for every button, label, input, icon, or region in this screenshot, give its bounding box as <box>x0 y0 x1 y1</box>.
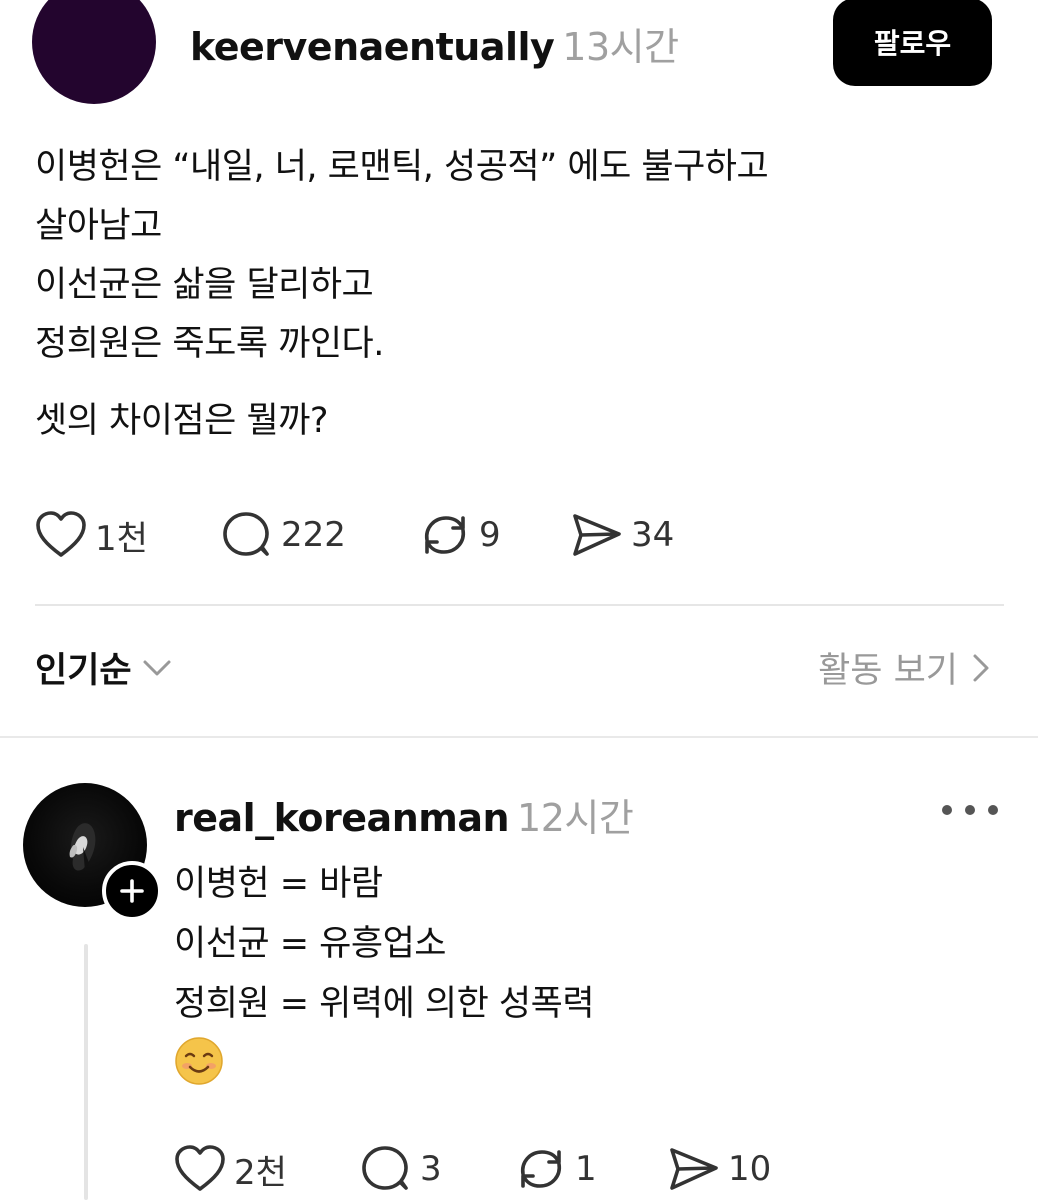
post-timestamp: 13시간 <box>562 25 679 69</box>
reply-comment-button[interactable]: 3 <box>360 1144 515 1194</box>
chevron-right-icon <box>973 654 989 681</box>
sort-row: 인기순 활동 보기 <box>35 642 990 702</box>
smiling-face-emoji <box>175 1037 223 1085</box>
reply-share-count: 10 <box>728 1149 772 1189</box>
post-comment-count: 222 <box>281 515 346 555</box>
post-like-count: 1천 <box>95 518 148 559</box>
smiling-emoji <box>174 1034 994 1106</box>
send-icon <box>670 1148 718 1190</box>
reply-share-button[interactable]: 10 <box>668 1144 771 1194</box>
reply-like-button[interactable]: 2천 <box>174 1144 360 1194</box>
repost-icon <box>520 1150 562 1188</box>
section-divider <box>0 736 1038 738</box>
view-activity-link[interactable]: 활동 보기 <box>818 642 990 693</box>
post-text-line: 살아남고 <box>35 206 162 246</box>
comment-bubble-icon <box>362 1146 408 1190</box>
post-actions: 1천 222 9 34 <box>35 510 674 560</box>
post-share-button[interactable]: 34 <box>571 510 674 560</box>
more-dots-icon <box>965 805 975 815</box>
post-repost-count: 9 <box>479 515 501 555</box>
reply-text-line: 정희원 = 위력에 의한 성폭력 <box>174 984 595 1024</box>
reply-text-line: 이병헌 = 바람 <box>174 864 383 904</box>
reply-like-count: 2천 <box>234 1152 287 1193</box>
sort-label: 인기순 <box>35 651 132 691</box>
reply-timestamp: 12시간 <box>517 796 634 840</box>
reply-comment-count: 3 <box>420 1149 442 1189</box>
repost-icon <box>424 516 466 554</box>
sort-dropdown[interactable]: 인기순 <box>35 642 172 693</box>
heart-icon <box>175 1145 225 1191</box>
more-dots-icon <box>988 805 998 815</box>
more-dots-icon <box>942 805 952 815</box>
chevron-down-icon <box>143 660 171 675</box>
post-text-line: 이병헌은 “내일, 너, 로맨틱, 성공적” 에도 불구하고 <box>35 147 769 187</box>
reply-actions: 2천 3 1 10 <box>174 1144 771 1194</box>
post-username[interactable]: keervenaentually <box>190 25 555 69</box>
more-options-button[interactable] <box>942 790 998 830</box>
send-icon <box>573 514 621 556</box>
post-text: 이병헌은 “내일, 너, 로맨틱, 성공적” 에도 불구하고 살아남고 이선균은… <box>35 138 1005 451</box>
thread-line <box>84 944 88 1200</box>
reply-repost-button[interactable]: 1 <box>515 1144 668 1194</box>
post-repost-button[interactable]: 9 <box>419 510 571 560</box>
follow-button[interactable]: 팔로우 <box>833 0 992 86</box>
reply-username[interactable]: real_koreanman <box>174 796 510 840</box>
post-author-avatar[interactable] <box>32 0 156 104</box>
view-activity-label: 활동 보기 <box>818 651 958 691</box>
post-text-line: 이선균은 삶을 달리하고 <box>35 265 374 305</box>
post-comment-button[interactable]: 222 <box>221 510 419 560</box>
reply-text-line: 이선균 = 유흥업소 <box>174 924 446 964</box>
thread-screen: keervenaentually 13시간 팔로우 이병헌은 “내일, 너, 로맨… <box>0 0 1038 1200</box>
post-text-line: 정희원은 죽도록 까인다. <box>35 324 384 364</box>
post-question-line: 셋의 차이점은 뭘까? <box>35 401 328 441</box>
comment-bubble-icon <box>223 512 269 556</box>
post-header: keervenaentually 13시간 <box>190 16 679 71</box>
heart-icon <box>36 511 86 557</box>
divider <box>35 604 1004 606</box>
plus-icon <box>120 879 144 903</box>
add-follow-badge[interactable] <box>102 861 162 921</box>
reply-header: real_koreanman 12시간 <box>174 787 634 842</box>
reply-text: 이병헌 = 바람 이선균 = 유흥업소 정희원 = 위력에 의한 성폭력 <box>174 854 994 1106</box>
post-share-count: 34 <box>631 515 675 555</box>
reply-repost-count: 1 <box>575 1149 597 1189</box>
post-like-button[interactable]: 1천 <box>35 510 221 560</box>
